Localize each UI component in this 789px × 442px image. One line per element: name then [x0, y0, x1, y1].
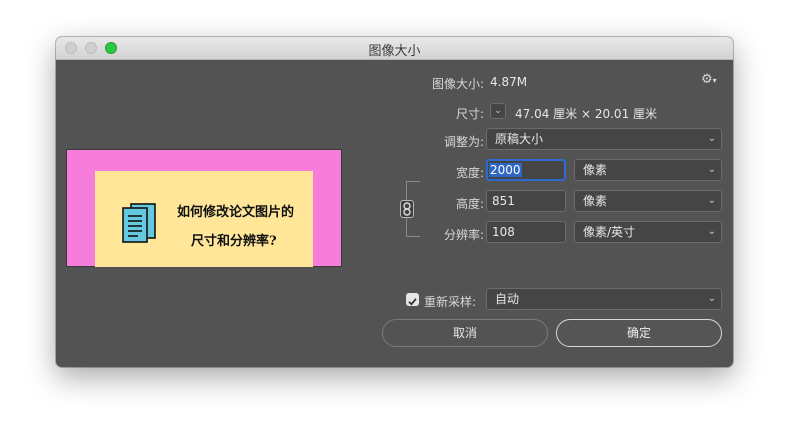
width-unit-select[interactable]: 像素 ⌄	[574, 159, 722, 181]
resample-select[interactable]: 自动 ⌄	[486, 288, 722, 310]
fit-to-label: 调整为:	[443, 135, 484, 149]
link-icon[interactable]	[400, 200, 414, 218]
image-preview: 如何修改论文图片的 尺寸和分辨率?	[66, 149, 342, 267]
resolution-unit-select[interactable]: 像素/英寸 ⌄	[574, 221, 722, 243]
dimensions-value: 47.04 厘米 × 20.01 厘米	[515, 107, 658, 121]
chevron-down-icon: ⌄	[707, 195, 716, 206]
resolution-input[interactable]: 108	[486, 221, 566, 243]
cancel-button[interactable]: 取消	[382, 319, 548, 347]
width-unit-value: 像素	[583, 163, 608, 177]
height-label: 高度:	[455, 197, 484, 211]
title-bar: 图像大小	[56, 37, 733, 60]
document-icon	[122, 203, 156, 243]
resolution-value: 108	[492, 225, 515, 239]
width-label: 宽度:	[455, 166, 484, 180]
chevron-down-icon: ⌄	[494, 106, 502, 116]
resample-value: 自动	[495, 292, 520, 306]
preview-text-line-2: 尺寸和分辨率?	[191, 234, 277, 249]
chevron-down-icon: ⌄	[707, 133, 716, 144]
preview-text-line-1: 如何修改论文图片的	[177, 205, 295, 220]
height-unit-value: 像素	[583, 194, 608, 208]
image-size-value: 4.87M	[490, 75, 528, 89]
height-value: 851	[492, 194, 515, 208]
resolution-unit-value: 像素/英寸	[583, 225, 636, 239]
fit-to-select[interactable]: 原稿大小 ⌄	[486, 128, 722, 150]
window-title: 图像大小	[368, 44, 421, 59]
height-input[interactable]: 851	[486, 190, 566, 212]
width-value: 2000	[489, 163, 522, 177]
gear-icon[interactable]: ⚙▾	[701, 72, 717, 87]
checkmark-icon	[408, 298, 417, 306]
fit-to-value: 原稿大小	[495, 132, 544, 146]
resample-checkbox[interactable]	[406, 293, 419, 306]
resample-label: 重新采样:	[424, 295, 477, 309]
width-input[interactable]: 2000	[486, 159, 566, 181]
chevron-down-icon: ⌄	[707, 164, 716, 175]
dialog-content: 如何修改论文图片的 尺寸和分辨率? 图像大小: 4.87M ⚙▾ 尺寸: ⌄ 4…	[56, 60, 733, 367]
height-unit-select[interactable]: 像素 ⌄	[574, 190, 722, 212]
chevron-down-icon: ⌄	[707, 226, 716, 237]
dimensions-unit-dropdown[interactable]: ⌄	[490, 103, 506, 119]
resolution-label: 分辨率:	[443, 228, 484, 242]
image-size-label: 图像大小:	[431, 77, 484, 91]
image-size-dialog: 图像大小 如何修改论文图片的 尺寸和分辨率? 图像大小: 4.87M ⚙▾ 尺寸…	[56, 37, 733, 367]
preview-inner-panel: 如何修改论文图片的 尺寸和分辨率?	[95, 171, 313, 267]
chevron-down-icon: ⌄	[707, 293, 716, 304]
ok-button[interactable]: 确定	[556, 319, 722, 347]
dimensions-label: 尺寸:	[455, 107, 484, 121]
